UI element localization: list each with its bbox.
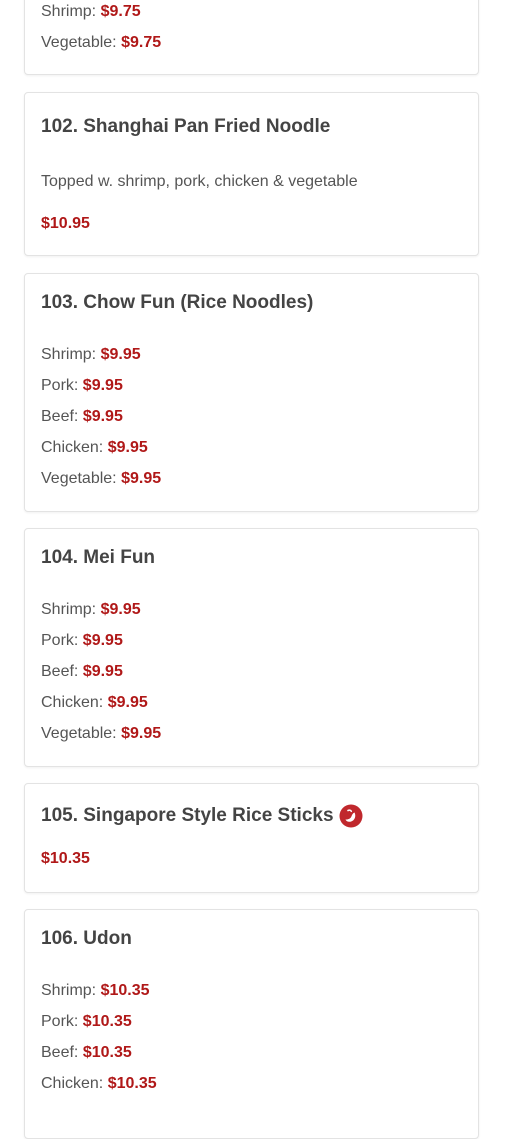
price-row: Beef: $10.35 [41, 1044, 132, 1062]
variant-label: Chicken: [41, 1075, 104, 1092]
price-row: Vegetable: $9.75 [41, 34, 161, 52]
item-title: 105. Singapore Style Rice Sticks [41, 805, 334, 826]
price-row: Chicken: $10.35 [41, 1075, 157, 1093]
variant-label: Beef: [41, 663, 79, 680]
variant-price: $9.95 [107, 439, 148, 456]
item-title: 104. Mei Fun [41, 547, 156, 568]
variant-price: $9.95 [82, 408, 123, 425]
variant-price: $10.35 [100, 982, 150, 999]
variant-label: Vegetable: [41, 34, 117, 51]
price-row: Beef: $9.95 [41, 408, 123, 426]
variant-label: Shrimp: [41, 346, 97, 363]
variant-price: $10.35 [107, 1075, 157, 1092]
variant-label: Vegetable: [41, 470, 117, 487]
variant-price: $9.75 [100, 3, 141, 20]
price-row: Pork: $9.95 [41, 377, 123, 395]
item-title-row: 105. Singapore Style Rice Sticks [41, 804, 363, 828]
variant-price: $10.35 [82, 1044, 132, 1061]
item-title: 106. Udon [41, 928, 132, 949]
spicy-pepper-icon [339, 804, 363, 828]
variant-price: $9.95 [100, 601, 141, 618]
price-row: Shrimp: $9.95 [41, 601, 141, 619]
price-row: Shrimp: $9.95 [41, 346, 141, 364]
menu-item-card-101: Shrimp: $9.75 Vegetable: $9.75 [24, 0, 479, 75]
price-row: Chicken: $9.95 [41, 439, 148, 457]
price-row: Pork: $10.35 [41, 1013, 132, 1031]
price-row: Shrimp: $9.75 [41, 3, 141, 21]
variant-label: Pork: [41, 1013, 79, 1030]
item-description: Topped w. shrimp, pork, chicken & vegeta… [41, 173, 358, 190]
variant-price: $9.95 [100, 346, 141, 363]
menu-item-card-104[interactable]: 104. Mei Fun Shrimp: $9.95 Pork: $9.95 B… [24, 528, 479, 767]
variant-label: Vegetable: [41, 725, 117, 742]
price-row: Vegetable: $9.95 [41, 470, 161, 488]
variant-price: $9.95 [121, 725, 162, 742]
price-row: Pork: $9.95 [41, 632, 123, 650]
variant-label: Beef: [41, 1044, 79, 1061]
menu-item-card-102[interactable]: 102. Shanghai Pan Fried Noodle Topped w.… [24, 92, 479, 256]
variant-price: $9.75 [121, 34, 162, 51]
variant-label: Pork: [41, 632, 79, 649]
price-row: Vegetable: $9.95 [41, 725, 161, 743]
variant-label: Beef: [41, 408, 79, 425]
item-title: 102. Shanghai Pan Fried Noodle [41, 116, 331, 137]
variant-label: Shrimp: [41, 3, 97, 20]
item-title: 103. Chow Fun (Rice Noodles) [41, 292, 314, 313]
variant-label: Chicken: [41, 694, 104, 711]
item-price: $10.95 [41, 215, 90, 232]
variant-price: $9.95 [82, 663, 123, 680]
price-row: Shrimp: $10.35 [41, 982, 150, 1000]
menu-item-card-105[interactable]: 105. Singapore Style Rice Sticks $10.35 [24, 783, 479, 893]
item-price: $10.35 [41, 850, 90, 867]
variant-label: Shrimp: [41, 982, 97, 999]
variant-price: $9.95 [121, 470, 162, 487]
variant-price: $9.95 [82, 632, 123, 649]
price-row: Chicken: $9.95 [41, 694, 148, 712]
price-row: Beef: $9.95 [41, 663, 123, 681]
variant-price: $9.95 [107, 694, 148, 711]
variant-price: $10.35 [82, 1013, 132, 1030]
variant-label: Shrimp: [41, 601, 97, 618]
menu-page: { "items": [ { "rows": [ {"label": "Shri… [0, 0, 510, 1139]
variant-price: $9.95 [82, 377, 123, 394]
menu-item-card-106[interactable]: 106. Udon Shrimp: $10.35 Pork: $10.35 Be… [24, 909, 479, 1139]
variant-label: Chicken: [41, 439, 104, 456]
variant-label: Pork: [41, 377, 79, 394]
menu-item-card-103[interactable]: 103. Chow Fun (Rice Noodles) Shrimp: $9.… [24, 273, 479, 512]
